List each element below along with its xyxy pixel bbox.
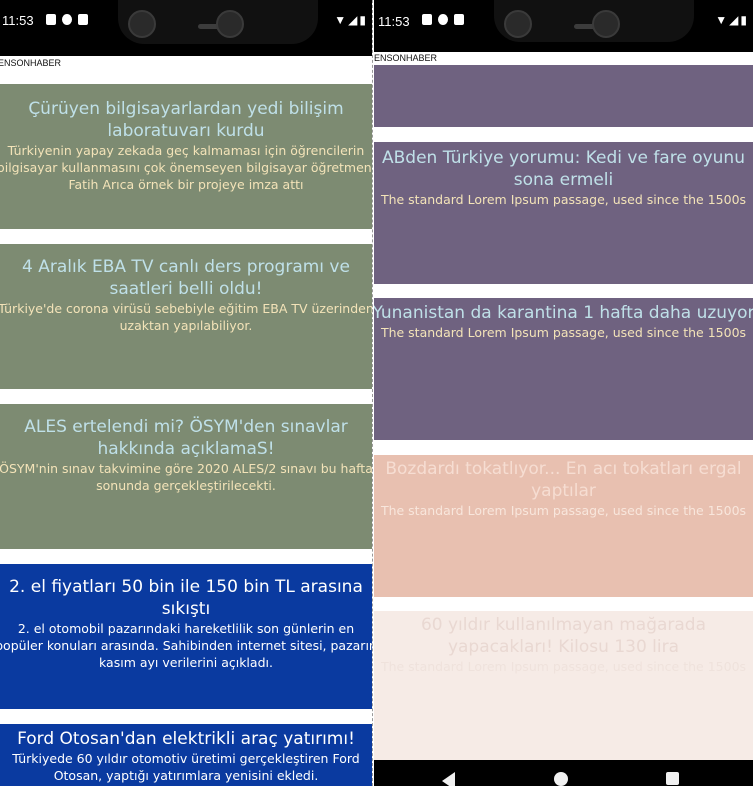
news-card[interactable] bbox=[374, 65, 753, 127]
news-feed[interactable]: ABden Türkiye yorumu: Kedi ve fare oyunu… bbox=[374, 65, 753, 760]
news-card[interactable]: Bozdardı tokatlıyor... En acı tokatları … bbox=[374, 455, 753, 597]
system-icons: ▼◢▮ bbox=[715, 13, 749, 27]
news-summary: 2. el otomobil pazarındaki hareketlilik … bbox=[0, 621, 372, 670]
news-summary: Türkiyede 60 yıldır otomotiv üretimi ger… bbox=[12, 751, 360, 783]
news-title: 60 yıldır kullanılmayan mağarada yapacak… bbox=[420, 615, 707, 657]
news-title: Çürüyen bilgisayarlardan yedi bilişim la… bbox=[28, 99, 344, 141]
news-card[interactable]: Ford Otosan'dan elektrikli araç yatırımı… bbox=[0, 724, 372, 786]
notification-icons bbox=[422, 14, 464, 25]
news-title: 2. el fiyatları 50 bin ile 150 bin TL ar… bbox=[9, 577, 363, 619]
news-title: Ford Otosan'dan elektrikli araç yatırımı… bbox=[17, 729, 355, 749]
notification-icon bbox=[422, 14, 432, 25]
news-card[interactable]: 60 yıldır kullanılmayan mağarada yapacak… bbox=[374, 611, 753, 760]
news-title: 4 Aralık EBA TV canlı ders programı ve s… bbox=[22, 257, 350, 299]
sd-card-icon bbox=[78, 14, 88, 25]
news-title: ABden Türkiye yorumu: Kedi ve fare oyunu… bbox=[382, 148, 745, 190]
notification-icon bbox=[62, 14, 72, 25]
notification-icon bbox=[46, 14, 56, 25]
home-icon[interactable] bbox=[554, 772, 568, 786]
news-card[interactable]: ALES ertelendi mi? ÖSYM'den sınavlar hak… bbox=[0, 404, 372, 549]
back-icon[interactable] bbox=[442, 772, 455, 786]
recents-icon[interactable] bbox=[666, 772, 679, 785]
news-card[interactable]: Yunanistan da karantina 1 hafta daha uzu… bbox=[374, 298, 753, 440]
app-title: ENSONHABER bbox=[374, 52, 753, 65]
news-summary: The standard Lorem Ipsum passage, used s… bbox=[380, 325, 747, 340]
news-summary: ÖSYM'nin sınav takvimine göre 2020 ALES/… bbox=[0, 461, 372, 493]
front-camera-icon bbox=[504, 10, 532, 38]
news-summary: The standard Lorem Ipsum passage, used s… bbox=[380, 659, 747, 674]
news-title: ALES ertelendi mi? ÖSYM'den sınavlar hak… bbox=[24, 417, 348, 459]
news-card[interactable]: 4 Aralık EBA TV canlı ders programı ve s… bbox=[0, 244, 372, 389]
status-time: 11:53 bbox=[2, 13, 34, 28]
notification-icon bbox=[438, 14, 448, 25]
news-title: Yunanistan da karantina 1 hafta daha uzu… bbox=[374, 303, 753, 323]
left-phone-screen: 11:53 ▼◢▮ ENSONHABER Çürüyen bilgisayarl… bbox=[0, 0, 373, 786]
status-bar: 11:53 ▼◢▮ bbox=[0, 0, 372, 56]
news-card[interactable]: Çürüyen bilgisayarlardan yedi bilişim la… bbox=[0, 84, 372, 229]
news-summary: The standard Lorem Ipsum passage, used s… bbox=[380, 192, 747, 207]
front-camera-icon bbox=[592, 10, 620, 38]
news-card[interactable]: 2. el fiyatları 50 bin ile 150 bin TL ar… bbox=[0, 564, 372, 709]
status-time: 11:53 bbox=[378, 14, 410, 29]
app-title: ENSONHABER bbox=[0, 56, 372, 74]
camera-notch bbox=[118, 0, 318, 44]
sd-card-icon bbox=[454, 14, 464, 25]
front-camera-icon bbox=[128, 10, 156, 38]
camera-notch bbox=[494, 0, 694, 42]
android-nav-bar bbox=[374, 760, 753, 786]
notification-icons bbox=[46, 14, 88, 25]
news-summary: Türkiye'de corona virüsü sebebiyle eğiti… bbox=[0, 301, 372, 333]
news-title: Bozdardı tokatlıyor... En acı tokatları … bbox=[385, 459, 742, 501]
news-card[interactable]: ABden Türkiye yorumu: Kedi ve fare oyunu… bbox=[374, 142, 753, 284]
news-feed[interactable]: Çürüyen bilgisayarlardan yedi bilişim la… bbox=[0, 74, 372, 786]
status-bar: 11:53 ▼◢▮ bbox=[374, 0, 753, 52]
news-summary: Türkiyenin yapay zekada geç kalmaması iç… bbox=[0, 143, 372, 192]
system-icons: ▼◢▮ bbox=[334, 13, 368, 27]
news-summary: The standard Lorem Ipsum passage, used s… bbox=[380, 503, 747, 518]
front-camera-icon bbox=[216, 10, 244, 38]
right-phone-screen: 11:53 ▼◢▮ ENSONHABER ABden Türkiye yorum… bbox=[374, 0, 753, 786]
